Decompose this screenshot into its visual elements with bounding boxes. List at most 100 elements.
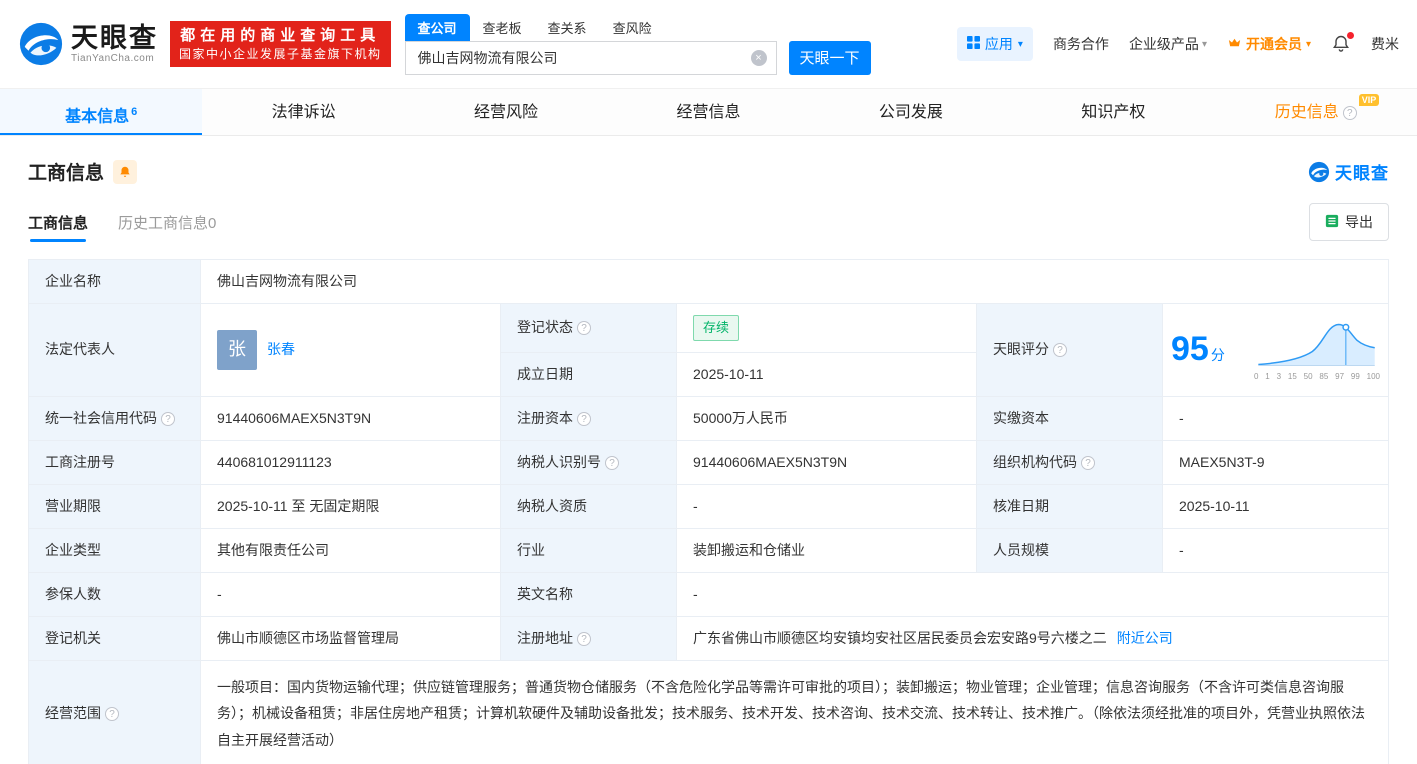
apps-label: 应用: [985, 34, 1013, 54]
tianyancha-logo[interactable]: 天眼查 TianYanCha.com: [18, 21, 158, 67]
tab-count-badge: 6: [131, 106, 137, 118]
help-icon[interactable]: ?: [1081, 456, 1095, 470]
paid-capital-value: -: [1163, 396, 1389, 440]
business-cooperation-link[interactable]: 商务合作: [1053, 34, 1109, 54]
taxpayer-id-value: 91440606MAEX5N3T9N: [677, 440, 977, 484]
taxpayer-id-label: 纳税人识别号?: [501, 440, 677, 484]
notification-dot: [1347, 32, 1354, 39]
tab-intellectual-property[interactable]: 知识产权: [1012, 89, 1214, 135]
reg-capital-label: 注册资本?: [501, 396, 677, 440]
subtab-history-business-info[interactable]: 历史工商信息0: [118, 212, 216, 233]
top-header: 天眼查 TianYanCha.com 都在用的商业查询工具 国家中小企业发展子基…: [0, 0, 1417, 88]
help-icon[interactable]: ?: [105, 707, 119, 721]
search-input-wrap: ×: [405, 41, 777, 75]
credit-code-label: 统一社会信用代码?: [29, 396, 201, 440]
credit-code-value: 91440606MAEX5N3T9N: [201, 396, 501, 440]
status-badge: 存续: [693, 315, 739, 341]
table-row: 营业期限 2025-10-11 至 无固定期限 纳税人资质 - 核准日期 202…: [29, 484, 1389, 528]
brand-domain: TianYanCha.com: [71, 53, 158, 64]
table-row: 企业名称 佛山吉网物流有限公司: [29, 260, 1389, 304]
tab-basic-info[interactable]: 基本信息6: [0, 89, 202, 135]
english-name-label: 英文名称: [501, 572, 677, 616]
search-tab-company[interactable]: 查公司: [405, 14, 470, 41]
company-name-label: 企业名称: [29, 260, 201, 304]
export-icon: [1325, 214, 1339, 231]
brand-watermark-label: 天眼查: [1335, 159, 1389, 184]
score-value: 95分 0131550859799100: [1163, 304, 1389, 397]
paid-capital-label: 实缴资本: [977, 396, 1163, 440]
help-icon[interactable]: ?: [161, 412, 175, 426]
tab-operating-info[interactable]: 经营信息: [607, 89, 809, 135]
help-icon[interactable]: ?: [1053, 343, 1067, 357]
tianyancha-logo-icon: [1308, 161, 1330, 183]
slogan-line1: 都在用的商业查询工具: [179, 26, 382, 46]
business-scope-value: 一般项目：国内货物运输代理；供应链管理服务；普通货物仓储服务（不含危险化学品等需…: [201, 660, 1389, 764]
reg-authority-value: 佛山市顺德区市场监督管理局: [201, 616, 501, 660]
apps-button[interactable]: 应用 ▾: [957, 27, 1033, 61]
crown-icon: [1227, 35, 1242, 53]
reg-address-value: 广东省佛山市顺德区均安镇均安社区居民委员会宏安路9号六楼之二附近公司: [677, 616, 1389, 660]
search-tab-boss[interactable]: 查老板: [470, 14, 535, 41]
monitor-bell-icon[interactable]: [113, 160, 137, 184]
subtab-history-count: 0: [208, 215, 216, 232]
score-label: 天眼评分?: [977, 304, 1163, 397]
enterprise-products-link[interactable]: 企业级产品 ▾: [1129, 34, 1207, 54]
reg-capital-value: 50000万人民币: [677, 396, 977, 440]
slogan-line2: 国家中小企业发展子基金旗下机构: [179, 46, 382, 62]
clear-icon[interactable]: ×: [751, 50, 767, 66]
vip-upgrade-link[interactable]: 开通会员 ▾: [1227, 34, 1311, 54]
search-tabs: 查公司 查老板 查关系 查风险: [405, 14, 871, 41]
english-name-value: -: [677, 572, 1389, 616]
table-row: 登记机关 佛山市顺德区市场监督管理局 注册地址? 广东省佛山市顺德区均安镇均安社…: [29, 616, 1389, 660]
reg-status-value: 存续: [677, 304, 977, 353]
score-number: 95分: [1171, 324, 1225, 375]
grid-icon: [967, 36, 980, 52]
table-row: 经营范围? 一般项目：国内货物运输代理；供应链管理服务；普通货物仓储服务（不含危…: [29, 660, 1389, 764]
legal-rep-link[interactable]: 张春: [267, 339, 295, 360]
help-icon[interactable]: ?: [577, 321, 591, 335]
business-scope-label: 经营范围?: [29, 660, 201, 764]
tianyancha-logo-icon: [18, 21, 64, 67]
subtab-row: 工商信息 历史工商信息0 导出: [0, 191, 1417, 255]
search-tab-relation[interactable]: 查关系: [535, 14, 600, 41]
org-code-value: MAEX5N3T-9: [1163, 440, 1389, 484]
username[interactable]: 费米: [1371, 34, 1399, 54]
vip-badge: VIP: [1359, 94, 1380, 106]
table-row: 参保人数 - 英文名称 -: [29, 572, 1389, 616]
tab-operating-risk[interactable]: 经营风险: [405, 89, 607, 135]
tab-history-info[interactable]: 历史信息? VIP: [1215, 89, 1417, 135]
help-icon[interactable]: ?: [577, 632, 591, 646]
company-page-tabs: 基本信息6 法律诉讼 经营风险 经营信息 公司发展 知识产权 历史信息? VIP: [0, 88, 1417, 136]
help-icon[interactable]: ?: [577, 412, 591, 426]
legal-rep-value: 张 张春: [201, 304, 501, 397]
reg-authority-label: 登记机关: [29, 616, 201, 660]
export-button[interactable]: 导出: [1309, 203, 1389, 241]
notification-bell-icon[interactable]: [1331, 34, 1351, 54]
legal-rep-label: 法定代表人: [29, 304, 201, 397]
search-submit-button[interactable]: 天眼一下: [789, 41, 871, 75]
tab-legal-proceedings[interactable]: 法律诉讼: [202, 89, 404, 135]
slogan-banner: 都在用的商业查询工具 国家中小企业发展子基金旗下机构: [170, 21, 391, 67]
section-head: 工商信息 天眼查: [0, 136, 1417, 191]
search-tab-risk[interactable]: 查风险: [600, 14, 665, 41]
subtab-business-info[interactable]: 工商信息: [28, 212, 88, 233]
search-input[interactable]: [406, 42, 776, 74]
establish-date-label: 成立日期: [501, 352, 677, 396]
company-type-value: 其他有限责任公司: [201, 528, 501, 572]
business-term-label: 营业期限: [29, 484, 201, 528]
nearby-companies-link[interactable]: 附近公司: [1117, 630, 1173, 646]
help-icon[interactable]: ?: [605, 456, 619, 470]
help-icon[interactable]: ?: [1343, 106, 1357, 120]
chevron-down-icon: ▾: [1202, 39, 1207, 50]
tab-company-development[interactable]: 公司发展: [810, 89, 1012, 135]
legal-rep-avatar[interactable]: 张: [217, 330, 257, 370]
business-term-value: 2025-10-11 至 无固定期限: [201, 484, 501, 528]
taxpayer-quality-label: 纳税人资质: [501, 484, 677, 528]
staff-size-value: -: [1163, 528, 1389, 572]
reg-number-label: 工商注册号: [29, 440, 201, 484]
chevron-down-icon: ▾: [1306, 39, 1311, 50]
company-type-label: 企业类型: [29, 528, 201, 572]
staff-size-label: 人员规模: [977, 528, 1163, 572]
reg-status-label: 登记状态?: [501, 304, 677, 353]
establish-date-value: 2025-10-11: [677, 352, 977, 396]
